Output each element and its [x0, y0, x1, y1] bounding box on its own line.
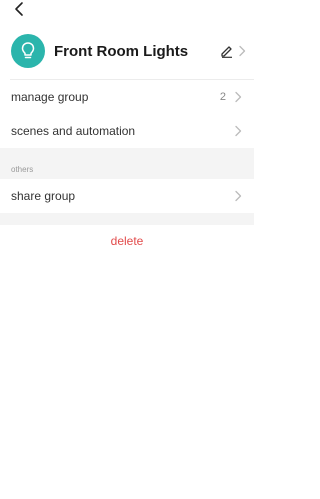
scenes-automation-label: scenes and automation: [11, 124, 136, 138]
chevron-right-icon: [235, 190, 242, 202]
others-section-header: others: [0, 148, 254, 179]
share-group-row[interactable]: share group: [0, 179, 254, 213]
pencil-icon: [221, 46, 232, 58]
back-arrow-icon[interactable]: [12, 1, 28, 17]
lightbulb-icon: [21, 42, 35, 59]
delete-group-button[interactable]: delete: [0, 228, 254, 254]
section-gap: [0, 213, 254, 225]
edit-name-button[interactable]: [220, 42, 248, 60]
top-bar: [0, 0, 254, 28]
section-label-others: others: [11, 165, 34, 174]
group-header: Front Room Lights: [0, 28, 254, 78]
group-title: Front Room Lights: [54, 43, 189, 60]
device-count: 2: [219, 91, 226, 103]
scenes-automation-row[interactable]: scenes and automation: [0, 114, 254, 148]
group-icon: [11, 34, 45, 68]
chevron-right-icon: [235, 125, 242, 137]
manage-group-row[interactable]: manage group 2: [0, 80, 254, 114]
share-group-label: share group: [11, 189, 76, 203]
chevron-right-icon: [235, 91, 242, 103]
manage-group-label: manage group: [11, 90, 89, 104]
chevron-right-icon: [239, 45, 246, 57]
